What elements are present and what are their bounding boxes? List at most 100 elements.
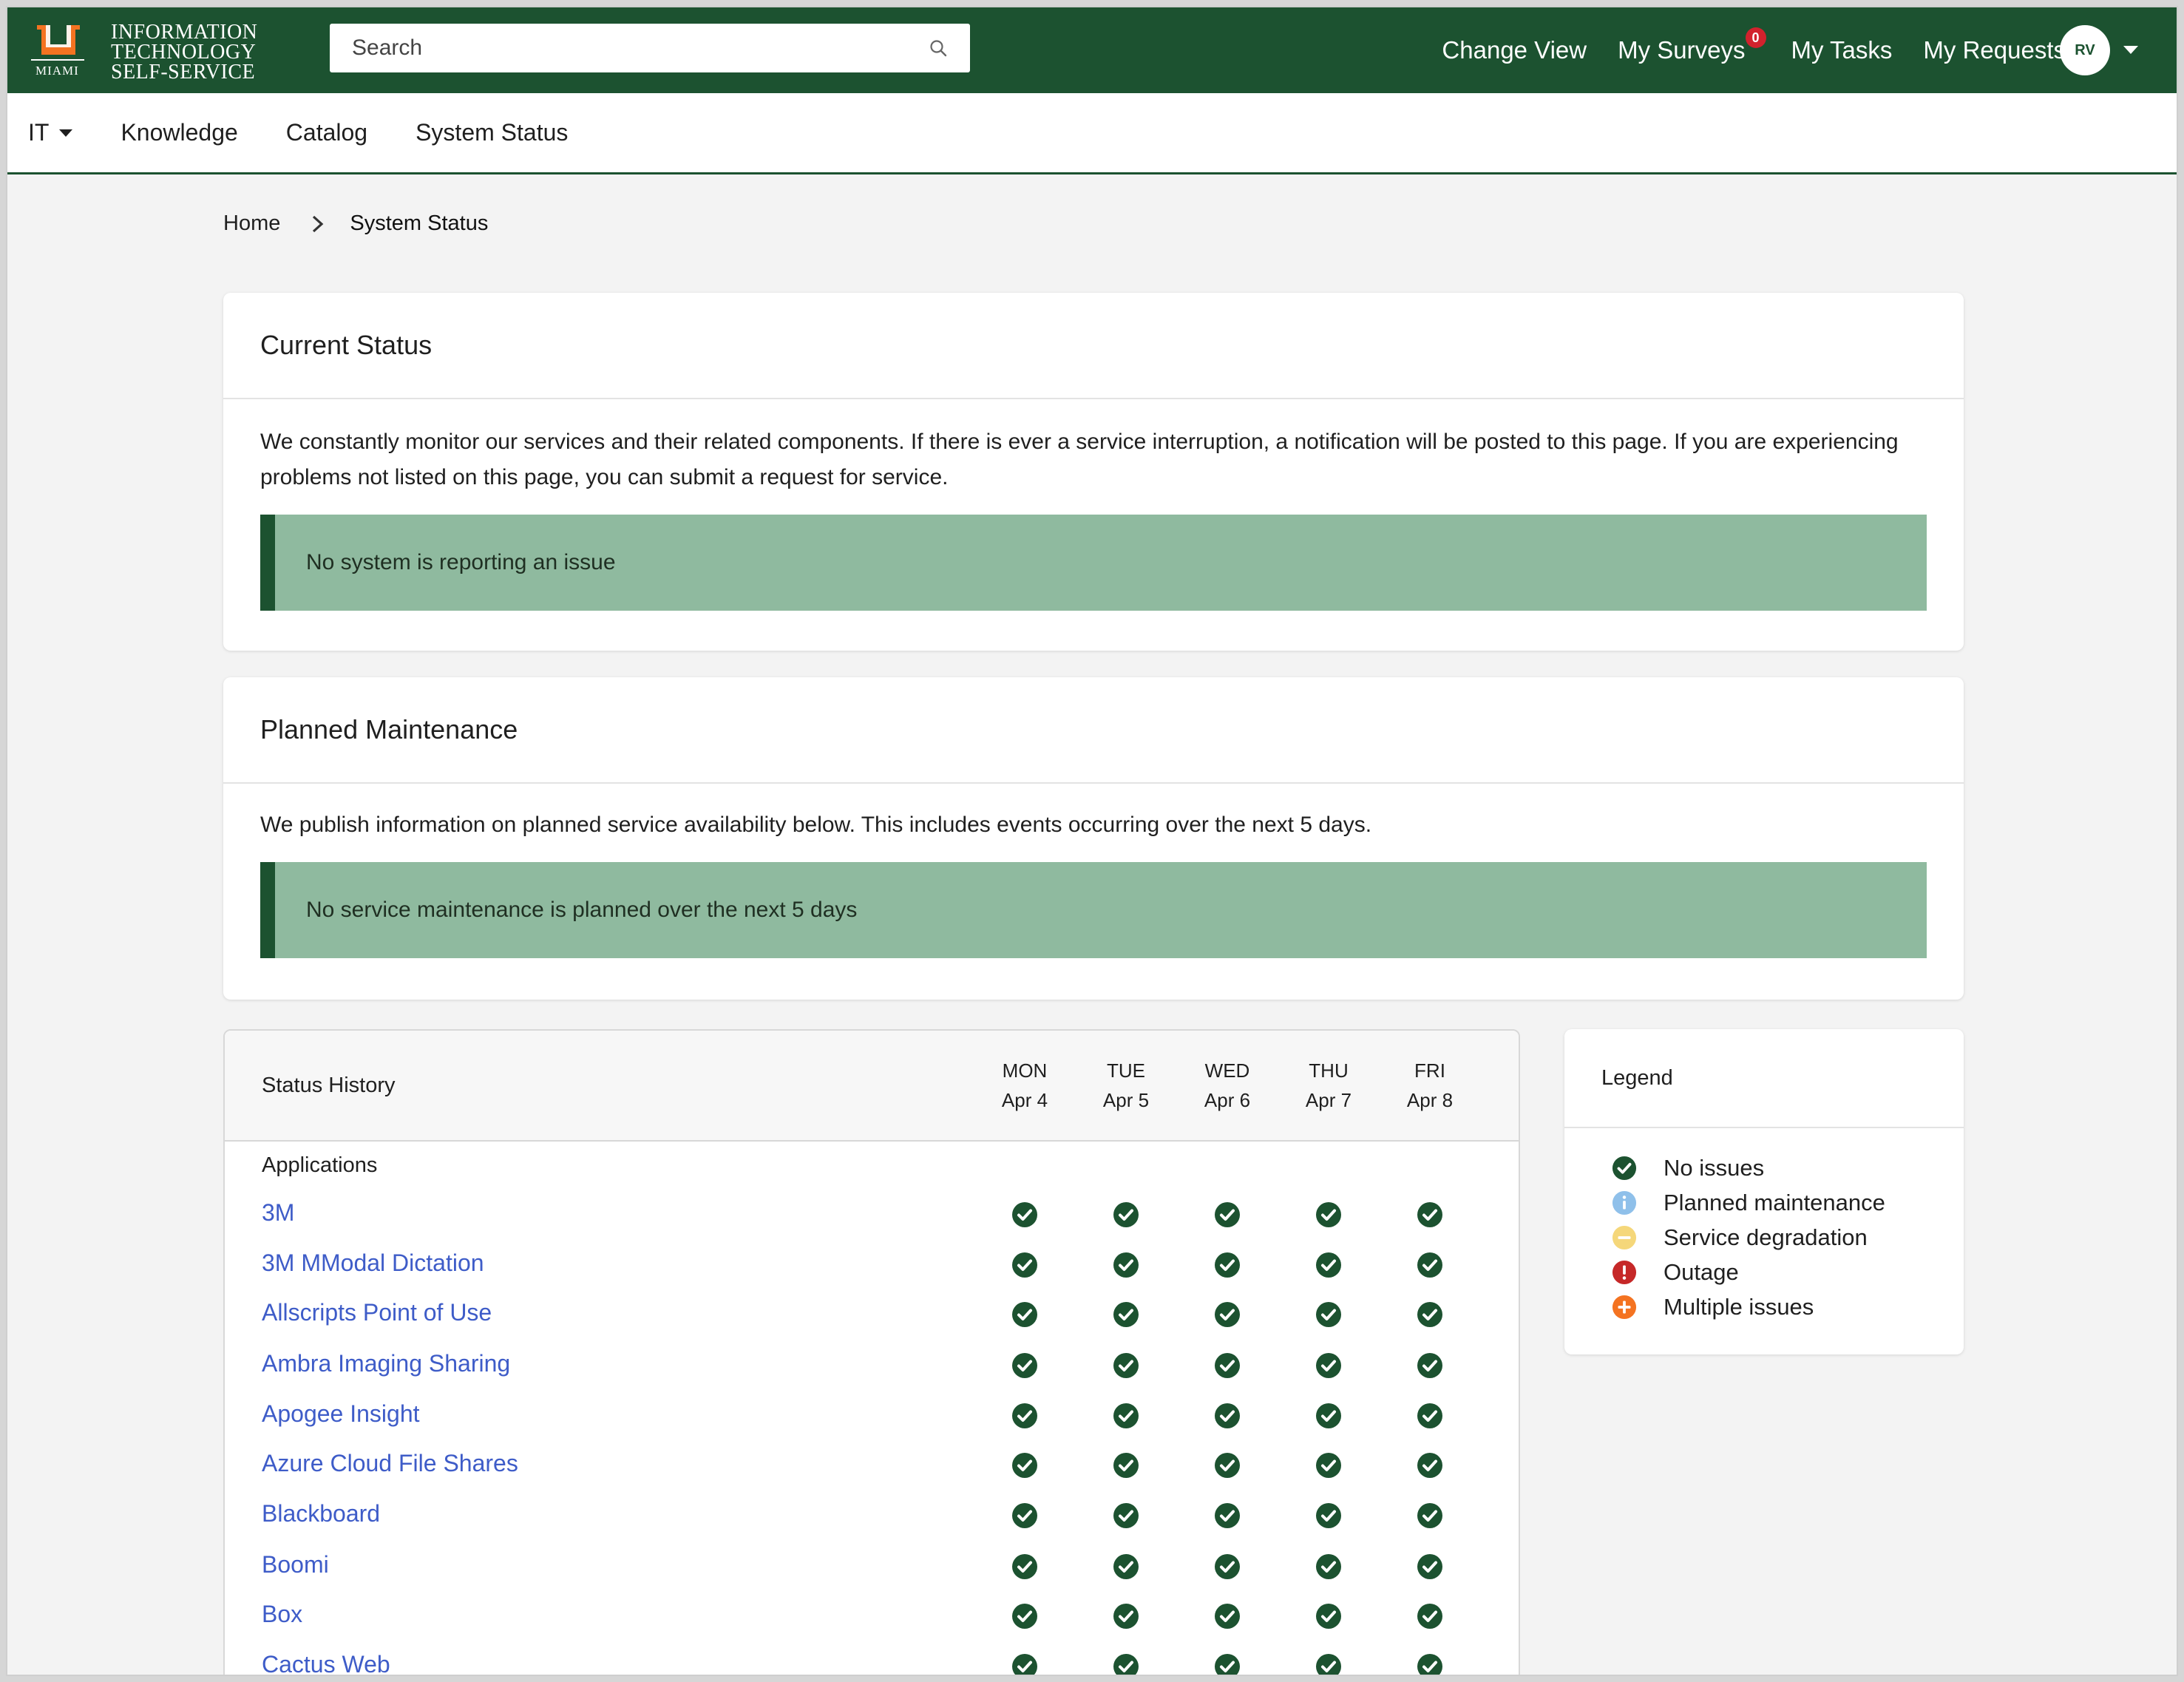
card-description: We constantly monitor our services and t… [260,430,1899,489]
user-avatar[interactable]: RV [2060,25,2110,75]
legend-item: Multiple issues [1612,1289,1964,1324]
check-circle-icon [1417,1654,1442,1675]
surveys-count-badge: 0 [1745,27,1766,48]
status-alert: No system is reporting an issue [260,515,1927,611]
table-row: Apogee Insight [225,1391,1519,1442]
check-circle-icon [1316,1503,1341,1528]
day-of-week: MON [1002,1059,1048,1082]
check-circle-icon [1012,1654,1037,1675]
site-logo[interactable]: MIAMI INFORMATION TECHNOLOGY SELF-SERVIC… [28,19,279,83]
status-history-table: Status History MON Apr 4 TUE Apr 5 WED Apr 6 T… [223,1029,1520,1675]
check-circle-icon [1215,1403,1240,1428]
service-link[interactable]: Boomi [262,1551,329,1578]
info-circle-icon [1612,1190,1637,1215]
service-link[interactable]: Cactus Web [262,1651,390,1675]
check-circle-icon [1316,1403,1341,1428]
logo-wordmark: MIAMI [35,64,79,78]
check-circle-icon [1012,1353,1037,1378]
legend-label: Service degradation [1664,1224,1868,1250]
logo-text: INFORMATION TECHNOLOGY SELF-SERVICE [111,21,258,83]
logo-divider [31,59,84,61]
service-link[interactable]: 3M MModal Dictation [262,1249,484,1277]
card-description: We publish information on planned servic… [260,813,1372,837]
day-column-header: THU Apr 7 [1292,1056,1366,1115]
check-circle-icon [1113,1252,1139,1278]
check-circle-icon [1113,1503,1139,1528]
service-link[interactable]: Apogee Insight [262,1400,420,1428]
day-date: Apr 7 [1305,1089,1352,1111]
nav-it-menu[interactable]: IT [28,119,73,146]
legend-label: Multiple issues [1664,1293,1814,1320]
check-circle-icon [1215,1453,1240,1478]
check-circle-icon [1316,1453,1341,1478]
check-circle-icon [1316,1302,1341,1327]
day-of-week: FRI [1414,1059,1445,1082]
check-circle-icon [1316,1353,1341,1378]
check-circle-icon [1012,1503,1037,1528]
check-circle-icon [1012,1453,1037,1478]
top-header: MIAMI INFORMATION TECHNOLOGY SELF-SERVIC… [7,7,2177,93]
day-date: Apr 4 [1001,1089,1048,1111]
table-row: Blackboard [225,1491,1519,1542]
breadcrumb-home[interactable]: Home [223,211,280,236]
check-circle-icon [1215,1202,1240,1227]
service-link[interactable]: Allscripts Point of Use [262,1299,492,1326]
check-circle-icon [1417,1554,1442,1579]
exclamation-circle-icon [1612,1260,1637,1284]
check-circle-icon [1417,1353,1442,1378]
minus-circle-icon [1612,1225,1637,1249]
day-of-week: TUE [1107,1059,1145,1082]
nav-knowledge[interactable]: Knowledge [121,119,237,146]
logo-line-1: INFORMATION [111,21,258,44]
card-body: We constantly monitor our services and t… [223,399,1964,611]
check-circle-icon [1215,1302,1240,1327]
legend-item: Service degradation [1612,1220,1964,1255]
my-surveys-link[interactable]: My Surveys 0 [1618,27,1766,64]
status-history-title: Status History [262,1074,396,1097]
service-link[interactable]: Blackboard [262,1500,380,1527]
service-link[interactable]: Ambra Imaging Sharing [262,1350,510,1377]
check-circle-icon [1012,1554,1037,1579]
my-surveys-label: My Surveys [1618,36,1746,64]
section-label: Applications [262,1153,378,1177]
my-tasks-link[interactable]: My Tasks [1791,36,1893,64]
service-link[interactable]: 3M [262,1199,294,1227]
day-column-header: TUE Apr 5 [1089,1056,1163,1115]
my-requests-link[interactable]: My Requests [1923,36,2066,64]
check-circle-icon [1215,1604,1240,1629]
planned-maintenance-card: Planned Maintenance We publish informati… [223,677,1964,1000]
maintenance-alert: No service maintenance is planned over t… [260,862,1927,958]
check-circle-icon [1316,1252,1341,1278]
check-circle-icon [1417,1302,1442,1327]
service-link[interactable]: Box [262,1601,302,1628]
nav-catalog[interactable]: Catalog [286,119,367,146]
nav-system-status[interactable]: System Status [416,119,568,146]
check-circle-icon [1113,1453,1139,1478]
legend-label: Planned maintenance [1664,1189,1885,1215]
table-row: 3M MModal Dictation [225,1241,1519,1291]
table-row: Boomi [225,1542,1519,1593]
search-input[interactable] [330,24,970,72]
legend-title: Legend [1564,1029,1964,1128]
page-frame: MIAMI INFORMATION TECHNOLOGY SELF-SERVIC… [6,6,2178,1676]
day-column-header: MON Apr 4 [988,1056,1062,1115]
day-of-week: THU [1309,1059,1349,1082]
legend-card: Legend No issues Planned maintenance Servi… [1564,1029,1964,1354]
caret-down-icon[interactable] [2123,46,2138,54]
legend-item: Planned maintenance [1612,1185,1964,1220]
search-box [330,24,970,72]
change-view-link[interactable]: Change View [1442,36,1587,64]
u-logo-icon [37,25,80,55]
legend-label: No issues [1664,1154,1765,1181]
search-icon[interactable] [929,38,948,58]
check-circle-icon [1215,1252,1240,1278]
day-column-header: WED Apr 6 [1190,1056,1264,1115]
card-title: Current Status [223,293,1964,399]
check-circle-icon [1113,1654,1139,1675]
check-circle-icon [1113,1604,1139,1629]
service-link[interactable]: Azure Cloud File Shares [262,1450,518,1477]
nav-it-label: IT [28,119,50,146]
check-circle-icon [1012,1604,1037,1629]
table-row: Azure Cloud File Shares [225,1441,1519,1491]
check-circle-icon [1012,1403,1037,1428]
